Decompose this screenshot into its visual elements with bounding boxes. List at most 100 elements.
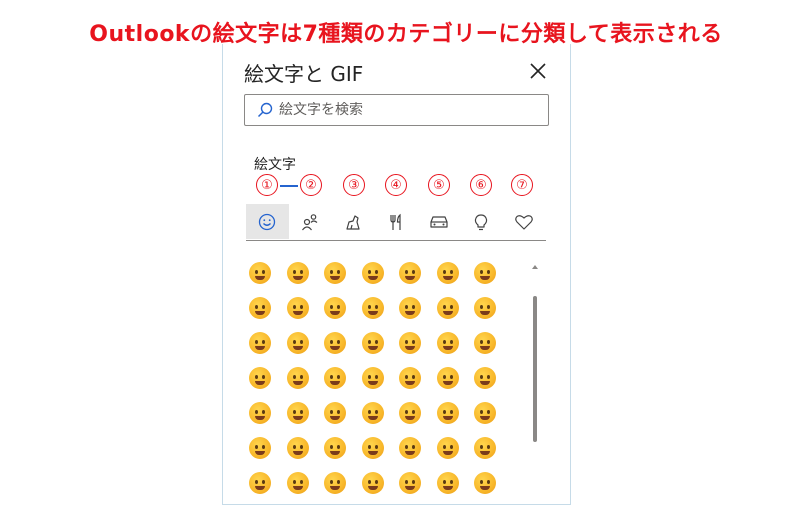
close-button[interactable] [523,56,553,86]
emoji-face-icon[interactable] [436,332,459,354]
emoji-face-icon[interactable] [399,297,421,319]
emoji-mouth [405,451,415,455]
emoji-face-icon[interactable] [249,367,271,389]
emoji-face-icon[interactable] [399,367,421,389]
emoji-mouth [442,276,453,280]
emoji-face-icon[interactable] [286,472,309,494]
emoji-mouth [405,276,415,280]
emoji-row [249,437,534,472]
emoji-face-icon[interactable] [361,402,384,424]
emoji-face-icon[interactable] [249,402,271,424]
search-icon [257,102,273,118]
emoji-face-icon[interactable] [324,437,346,459]
emoji-face-icon[interactable] [249,472,271,494]
tab-symbols[interactable] [503,204,546,239]
emoji-face-icon[interactable] [286,402,309,424]
emoji-row [249,332,534,367]
emoji-mouth [292,381,303,385]
emoji-face-icon[interactable] [324,332,346,354]
emoji-face-icon[interactable] [474,472,496,494]
emoji-mouth [330,311,340,315]
animal-icon [346,214,360,230]
emoji-face-icon[interactable] [361,262,384,284]
emoji-face-icon[interactable] [249,297,271,319]
scroll-up-arrow[interactable] [532,265,538,269]
emoji-face-icon[interactable] [361,472,384,494]
tab-food[interactable] [374,204,417,239]
emoji-face-icon[interactable] [324,402,346,424]
emoji-mouth [255,381,265,385]
emoji-face-icon[interactable] [361,367,384,389]
scrollbar-thumb[interactable] [533,296,537,442]
emoji-mouth [480,346,490,350]
emoji-mouth [442,381,453,385]
search-box[interactable] [244,94,549,126]
emoji-mouth [330,451,340,455]
emoji-mouth [480,276,490,280]
emoji-mouth [367,311,378,315]
emoji-face-icon[interactable] [286,297,309,319]
emoji-face-icon[interactable] [249,262,271,284]
emoji-face-icon[interactable] [436,262,459,284]
emoji-face-icon[interactable] [436,472,459,494]
emoji-face-icon[interactable] [399,402,421,424]
emoji-mouth [480,486,490,490]
emoji-face-icon[interactable] [474,332,496,354]
emoji-mouth [480,311,490,315]
annotation-4: ④ [385,174,407,196]
emoji-face-icon[interactable] [474,367,496,389]
annotation-5: ⑤ [428,174,450,196]
emoji-face-icon[interactable] [474,297,496,319]
emoji-face-icon[interactable] [324,472,346,494]
emoji-face-icon[interactable] [474,402,496,424]
emoji-face-icon[interactable] [249,437,271,459]
emoji-face-icon[interactable] [324,262,346,284]
tab-smileys[interactable] [246,204,289,239]
emoji-face-icon[interactable] [436,402,459,424]
annotation-1: ① [256,174,278,196]
emoji-face-icon[interactable] [474,262,496,284]
emoji-face-icon[interactable] [436,367,459,389]
emoji-face-icon[interactable] [474,437,496,459]
emoji-mouth [367,381,378,385]
emoji-mouth [292,311,303,315]
emoji-face-icon[interactable] [436,297,459,319]
emoji-face-icon[interactable] [436,437,459,459]
emoji-face-icon[interactable] [399,437,421,459]
emoji-face-icon[interactable] [286,332,309,354]
emoji-mouth [442,311,453,315]
emoji-mouth [442,346,453,350]
emoji-mouth [255,416,265,420]
tab-objects[interactable] [460,204,503,239]
emoji-face-icon[interactable] [361,332,384,354]
emoji-face-icon[interactable] [324,297,346,319]
emoji-mouth [292,276,303,280]
emoji-face-icon[interactable] [399,332,421,354]
emoji-face-icon[interactable] [286,437,309,459]
emoji-face-icon[interactable] [361,297,384,319]
emoji-face-icon[interactable] [361,437,384,459]
emoji-gif-panel: 絵文字と GIF 絵文字 ① ② ③ ④ ⑤ ⑥ ⑦ [222,44,571,505]
emoji-face-icon[interactable] [286,367,309,389]
tab-animals[interactable] [332,204,375,239]
emoji-mouth [480,451,490,455]
emoji-row [249,472,534,504]
emoji-mouth [292,416,303,420]
tab-travel[interactable] [417,204,460,239]
emoji-face-icon[interactable] [399,472,421,494]
search-input[interactable] [279,102,539,118]
emoji-row [249,262,534,297]
emoji-face-icon[interactable] [249,332,271,354]
tab-people[interactable] [289,204,332,239]
emoji-mouth [405,416,415,420]
emoji-row [249,402,534,437]
emoji-mouth [442,486,453,490]
emoji-mouth [442,416,453,420]
emoji-face-icon[interactable] [286,262,309,284]
smiley-icon [259,213,276,230]
people-icon [302,213,318,230]
emoji-face-icon[interactable] [324,367,346,389]
emoji-face-icon[interactable] [399,262,421,284]
heart-icon [515,214,534,230]
emoji-mouth [367,486,378,490]
